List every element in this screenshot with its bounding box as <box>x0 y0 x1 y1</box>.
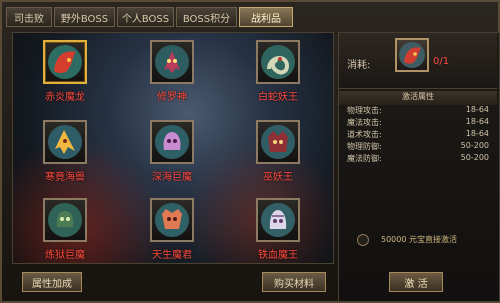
monster-name: 赤炎魔龙 <box>45 92 85 103</box>
tab-loot[interactable]: 战利品 <box>239 7 293 27</box>
deep-sea-giant-icon <box>150 120 194 164</box>
monster-name: 铁血魔王 <box>258 250 298 261</box>
monster-name: 天生魔君 <box>152 250 192 261</box>
direct-activation-text: 50000 元宝直接激活 <box>381 235 457 244</box>
monster-card[interactable]: 铁血魔王 <box>251 198 305 261</box>
stat-label: 魔法防御: <box>347 154 382 163</box>
monster-name: 寒竟海兽 <box>45 172 85 183</box>
tab-defeated[interactable]: 司击败 <box>6 7 52 27</box>
tab-field-boss[interactable]: 野外BOSS <box>54 7 115 27</box>
attribute-bonus-button[interactable]: 属性加成 <box>22 272 82 292</box>
activate-button[interactable]: 激 活 <box>389 272 443 292</box>
monster-card[interactable]: 天生魔君 <box>145 198 199 261</box>
tab-boss-points[interactable]: BOSS积分 <box>176 7 237 27</box>
stat-row: 物理攻击: 18-64 <box>347 105 489 117</box>
monster-name: 深海巨魔 <box>152 172 192 183</box>
purgatory-giant-icon <box>43 198 87 242</box>
activation-panel: 消耗: 0/1 激活属性 物理攻击: 18-64 魔法攻击: 18-64 道术攻… <box>338 32 500 302</box>
stat-label: 物理防御: <box>347 142 382 151</box>
cost-row: 消耗: 0/1 <box>339 33 497 89</box>
cost-label: 消耗: <box>347 60 371 71</box>
serpent-king-icon <box>256 40 300 84</box>
monster-name: 巫妖王 <box>263 172 293 183</box>
stat-label: 道术攻击: <box>347 130 382 139</box>
monster-card[interactable]: 白蛇妖王 <box>251 40 305 103</box>
monster-card[interactable]: 修罗神 <box>145 40 199 103</box>
monster-card[interactable]: 炼狱巨魔 <box>38 198 92 261</box>
stat-label: 物理攻击: <box>347 106 382 115</box>
monster-name: 白蛇妖王 <box>258 92 298 103</box>
tab-personal-boss[interactable]: 个人BOSS <box>117 7 174 27</box>
monster-card[interactable]: 寒竟海兽 <box>38 120 92 183</box>
stat-row: 道术攻击: 18-64 <box>347 129 489 141</box>
dragon-icon <box>43 40 87 84</box>
lich-king-icon <box>256 120 300 164</box>
tab-bar: 司击败 野外BOSS 个人BOSS BOSS积分 战利品 <box>6 7 293 27</box>
iron-blood-king-icon <box>256 198 300 242</box>
stats-list: 物理攻击: 18-64 魔法攻击: 18-64 道术攻击: 18-64 物理防御… <box>347 105 489 165</box>
stat-row: 物理防御: 50-200 <box>347 141 489 153</box>
monster-name: 炼狱巨魔 <box>45 250 85 261</box>
stat-row: 魔法攻击: 18-64 <box>347 117 489 129</box>
stat-row: 魔法防御: 50-200 <box>347 153 489 165</box>
cost-count: 0/1 <box>433 56 450 67</box>
boss-loot-window: 司击败 野外BOSS 个人BOSS BOSS积分 战利品 赤炎魔龙 修罗神 白蛇… <box>0 0 500 303</box>
coin-icon <box>357 234 369 246</box>
buy-materials-button[interactable]: 购买材料 <box>262 272 326 292</box>
stat-value: 18-64 <box>465 117 489 126</box>
dragon-token-icon <box>395 38 429 72</box>
stat-value: 18-64 <box>465 105 489 114</box>
sea-beast-icon <box>43 120 87 164</box>
stat-label: 魔法攻击: <box>347 118 382 127</box>
activation-attributes-title: 激活属性 <box>339 91 497 105</box>
monster-card[interactable]: 深海巨魔 <box>145 120 199 183</box>
heavenly-demon-icon <box>150 198 194 242</box>
asura-icon <box>150 40 194 84</box>
monster-name: 修罗神 <box>157 92 187 103</box>
monster-gallery: 赤炎魔龙 修罗神 白蛇妖王 寒竟海兽 深海巨魔 巫妖王 炼狱巨魔 天生魔君 铁血… <box>12 32 334 264</box>
stat-value: 50-200 <box>460 153 489 162</box>
monster-card[interactable]: 巫妖王 <box>251 120 305 183</box>
monster-card[interactable]: 赤炎魔龙 <box>38 40 92 103</box>
stat-value: 50-200 <box>460 141 489 150</box>
stat-value: 18-64 <box>465 129 489 138</box>
